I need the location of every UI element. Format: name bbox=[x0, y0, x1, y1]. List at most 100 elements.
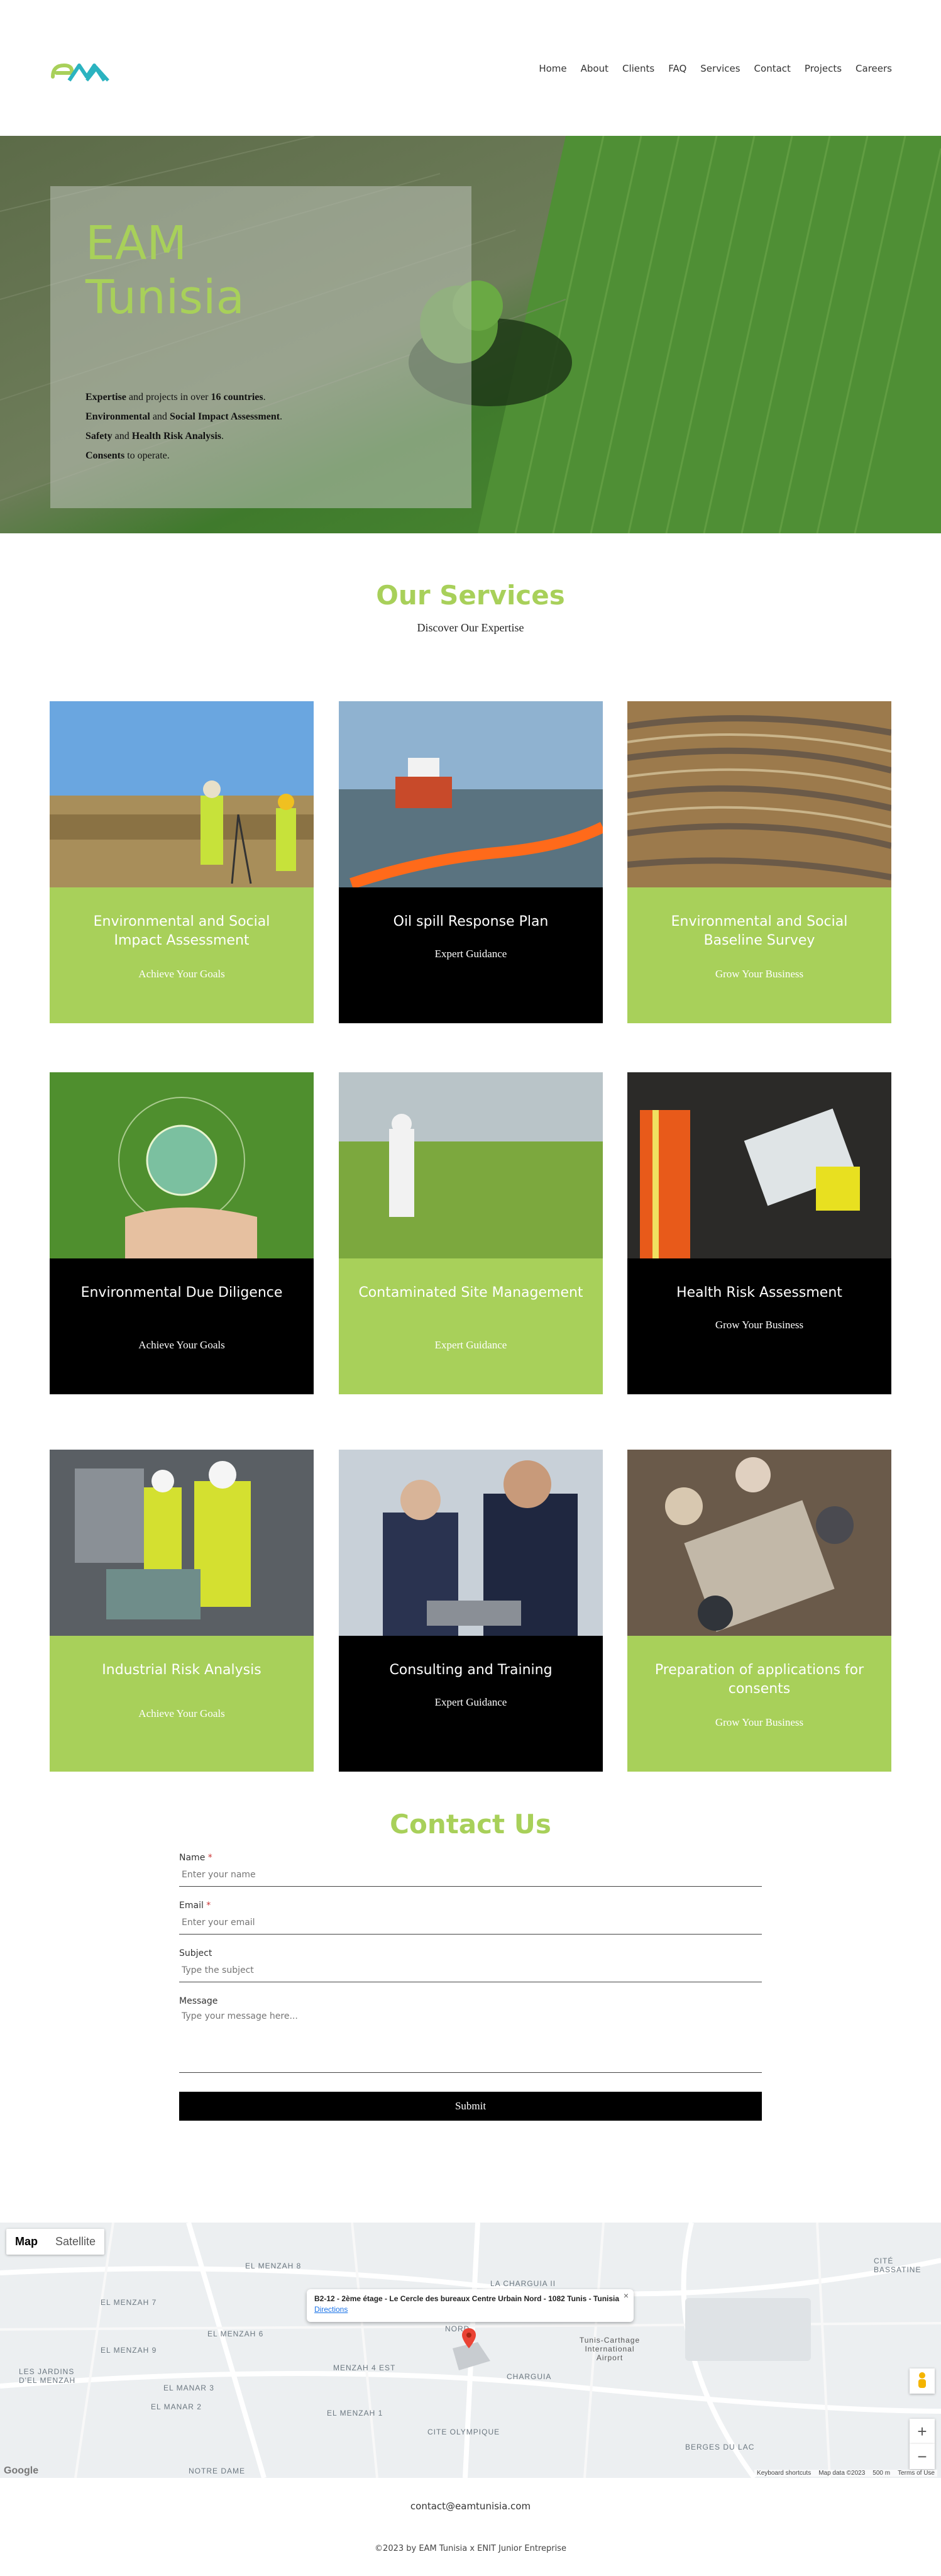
hero-text: Expertise and projects in over 16 countr… bbox=[85, 392, 283, 461]
main-nav: Home About Clients FAQ Services Contact … bbox=[539, 63, 892, 74]
subject-label: Subject bbox=[179, 1948, 212, 1958]
engineers-laptop-image bbox=[50, 1450, 314, 1636]
email-label: Email * bbox=[179, 1901, 211, 1911]
zoom-out-button[interactable]: − bbox=[910, 2444, 935, 2469]
site-header: Home About Clients FAQ Services Contact … bbox=[0, 0, 941, 136]
footer-copyright: ©2023 by EAM Tunisia x ENIT Junior Entre… bbox=[375, 2544, 566, 2553]
nav-contact[interactable]: Contact bbox=[754, 63, 791, 74]
nav-clients[interactable]: Clients bbox=[622, 63, 654, 74]
terms-link[interactable]: Terms of Use bbox=[898, 2470, 935, 2477]
message-label: Message bbox=[179, 1996, 218, 2006]
map-data-credit: Map data ©2023 bbox=[818, 2470, 866, 2477]
map-label: MENZAH 4 EST bbox=[333, 2363, 396, 2372]
card-title: Health Risk Assessment bbox=[676, 1285, 842, 1301]
map-label: EL MENZAH 1 bbox=[327, 2409, 383, 2418]
card-body: Health Risk Assessment Grow Your Busines… bbox=[627, 1258, 891, 1394]
hero-section: EAM Tunisia Expertise and projects in ov… bbox=[0, 136, 941, 533]
card-subtitle: Achieve Your Goals bbox=[138, 1707, 225, 1719]
open-pit-mine-image bbox=[627, 701, 891, 887]
globe-hand-image bbox=[50, 1072, 314, 1258]
card-subtitle: Grow Your Business bbox=[715, 968, 804, 980]
location-map[interactable]: Map Satellite EL MENZAH 8 EL MENZAH 7 EL… bbox=[0, 2223, 941, 2478]
map-scale[interactable]: 500 m bbox=[872, 2470, 890, 2477]
card-title: Consulting and Training bbox=[389, 1662, 553, 1678]
map-label: CITÉ BASSATINE bbox=[874, 2257, 922, 2274]
map-label: CITE OLYMPIQUE bbox=[427, 2428, 500, 2436]
service-card-health-risk[interactable]: Health Risk Assessment Grow Your Busines… bbox=[627, 1072, 891, 1394]
hero-title-line1: EAM bbox=[85, 216, 187, 270]
card-subtitle: Expert Guidance bbox=[434, 1696, 507, 1708]
map-label: CHARGUIA bbox=[507, 2372, 552, 2381]
business-meeting-image bbox=[339, 1450, 603, 1636]
nav-about[interactable]: About bbox=[581, 63, 608, 74]
name-field: Name * bbox=[179, 1853, 762, 1887]
email-input[interactable] bbox=[179, 1911, 762, 1935]
map-directions-link[interactable]: Directions bbox=[314, 2305, 626, 2314]
card-subtitle: Expert Guidance bbox=[434, 948, 507, 960]
card-body: Oil spill Response Plan Expert Guidance bbox=[339, 887, 603, 1023]
subject-input[interactable] bbox=[179, 1958, 762, 1982]
service-card-baseline[interactable]: Environmental and Social Baseline Survey… bbox=[627, 701, 891, 1023]
map-label: NOTRE DAME bbox=[189, 2467, 246, 2475]
map-label: EL MENZAH 8 bbox=[245, 2262, 302, 2270]
card-subtitle: Grow Your Business bbox=[715, 1716, 804, 1728]
name-input[interactable] bbox=[179, 1863, 762, 1887]
service-card-due-diligence[interactable]: Environmental Due Diligence Achieve Your… bbox=[50, 1072, 314, 1394]
message-input[interactable] bbox=[179, 2006, 762, 2073]
contact-title: Contact Us bbox=[390, 1809, 551, 1840]
map-type-tabs: Map Satellite bbox=[6, 2229, 105, 2255]
service-card-contaminated-site[interactable]: Contaminated Site Management Expert Guid… bbox=[339, 1072, 603, 1394]
card-title: Environmental Due Diligence bbox=[80, 1285, 283, 1301]
hazmat-field-image bbox=[339, 1072, 603, 1258]
keyboard-shortcuts-link[interactable]: Keyboard shortcuts bbox=[757, 2470, 811, 2477]
service-card-consulting[interactable]: Consulting and Training Expert Guidance bbox=[339, 1450, 603, 1772]
card-subtitle: Expert Guidance bbox=[434, 1339, 507, 1351]
service-card-industrial-risk[interactable]: Industrial Risk Analysis Achieve Your Go… bbox=[50, 1450, 314, 1772]
card-title: Contaminated Site Management bbox=[358, 1285, 583, 1301]
map-info-window: B2-12 - 2ème étage - Le Cercle des burea… bbox=[307, 2289, 634, 2322]
services-subtitle: Discover Our Expertise bbox=[417, 621, 524, 634]
service-card-esia[interactable]: Environmental and Social Impact Assessme… bbox=[50, 701, 314, 1023]
zoom-in-button[interactable]: + bbox=[910, 2419, 935, 2444]
hero-title-line2: Tunisia bbox=[85, 270, 245, 325]
card-title: Industrial Risk Analysis bbox=[102, 1662, 261, 1678]
card-body: Environmental Due Diligence Achieve Your… bbox=[50, 1258, 314, 1394]
map-label: EL MANAR 3 bbox=[163, 2384, 214, 2392]
table-meeting-image bbox=[627, 1450, 891, 1636]
map-address: B2-12 - 2ème étage - Le Cercle des burea… bbox=[314, 2294, 620, 2303]
map-label: LES JARDINS D'EL MENZAH bbox=[19, 2367, 76, 2385]
submit-button[interactable]: Submit bbox=[179, 2092, 762, 2121]
map-tab-map[interactable]: Map bbox=[6, 2229, 47, 2255]
nav-faq[interactable]: FAQ bbox=[668, 63, 686, 74]
services-title: Our Services bbox=[376, 580, 565, 611]
service-card-consents[interactable]: Preparation of applications for consents… bbox=[627, 1450, 891, 1772]
service-card-oil-spill[interactable]: Oil spill Response Plan Expert Guidance bbox=[339, 701, 603, 1023]
nav-careers[interactable]: Careers bbox=[856, 63, 892, 74]
message-field: Message bbox=[179, 1996, 762, 2073]
card-body: Consulting and Training Expert Guidance bbox=[339, 1636, 603, 1772]
nav-home[interactable]: Home bbox=[539, 63, 566, 74]
street-view-pegman-icon[interactable] bbox=[910, 2368, 935, 2394]
card-subtitle: Achieve Your Goals bbox=[138, 968, 225, 980]
nav-projects[interactable]: Projects bbox=[805, 63, 842, 74]
map-footer: Keyboard shortcuts Map data ©2023 500 m … bbox=[754, 2470, 937, 2477]
worker-clipboard-image bbox=[627, 1072, 891, 1258]
email-field: Email * bbox=[179, 1901, 762, 1935]
map-label: EL MENZAH 7 bbox=[101, 2298, 157, 2307]
card-subtitle: Grow Your Business bbox=[715, 1319, 804, 1331]
map-pin-icon[interactable] bbox=[462, 2328, 476, 2348]
eam-logo[interactable] bbox=[50, 58, 121, 86]
footer-email[interactable]: contact@eamtunisia.com bbox=[0, 2501, 941, 2512]
map-tab-satellite[interactable]: Satellite bbox=[47, 2229, 104, 2255]
card-body: Contaminated Site Management Expert Guid… bbox=[339, 1258, 603, 1394]
name-label: Name * bbox=[179, 1853, 212, 1863]
card-body: Preparation of applications for consents… bbox=[627, 1636, 891, 1772]
close-icon[interactable]: × bbox=[624, 2290, 629, 2301]
card-subtitle: Achieve Your Goals bbox=[138, 1339, 225, 1351]
card-title: Preparation of applications for consents bbox=[654, 1662, 864, 1697]
card-body: Industrial Risk Analysis Achieve Your Go… bbox=[50, 1636, 314, 1772]
subject-field: Subject bbox=[179, 1948, 762, 1982]
nav-services[interactable]: Services bbox=[700, 63, 740, 74]
oil-boom-boat-image bbox=[339, 701, 603, 887]
card-body: Environmental and Social Baseline Survey… bbox=[627, 887, 891, 1023]
